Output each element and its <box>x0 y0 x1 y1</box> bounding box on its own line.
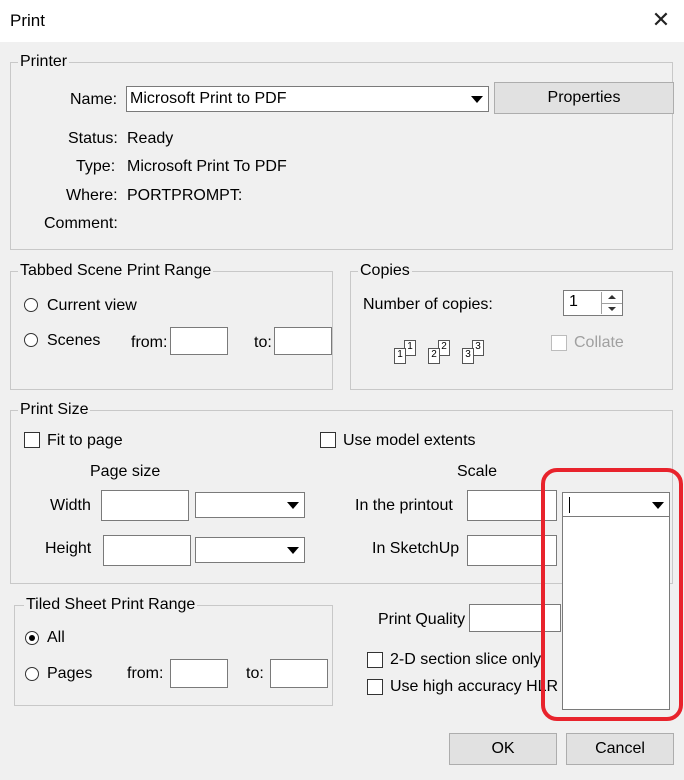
scenes-from-input[interactable] <box>170 327 228 355</box>
scale-heading: Scale <box>457 463 498 480</box>
width-unit-dropdown-button[interactable] <box>283 494 303 516</box>
in-sketchup-label: In SketchUp <box>372 540 460 557</box>
ok-button[interactable]: OK <box>449 733 557 765</box>
current-view-label: Current view <box>47 297 137 314</box>
collate-illustration-icon: 1 1 2 2 3 3 <box>394 338 494 368</box>
properties-button-label: Properties <box>547 89 621 106</box>
copies-spinner[interactable]: 1 <box>563 290 623 316</box>
status-value: Ready <box>127 130 174 147</box>
close-icon[interactable]: ✕ <box>650 8 672 32</box>
chevron-down-icon <box>287 502 299 509</box>
annotation-highlight <box>541 468 683 721</box>
section-slice-label: 2-D section slice only <box>390 651 542 668</box>
scenes-from-label: from: <box>131 334 168 351</box>
where-value: PORTPROMPT: <box>127 187 243 204</box>
all-pages-label: All <box>47 629 65 646</box>
use-model-extents-checkbox[interactable] <box>320 432 336 448</box>
use-model-extents-label: Use model extents <box>343 432 476 449</box>
in-the-printout-label: In the printout <box>355 497 453 514</box>
page-size-heading: Page size <box>90 463 161 480</box>
collate-page-front-3: 3 <box>462 348 474 364</box>
radio-selected-dot <box>29 635 35 641</box>
section-slice-checkbox[interactable] <box>367 652 383 668</box>
collate-page-front-1: 1 <box>394 348 406 364</box>
window-title: Print <box>10 11 45 30</box>
print-quality-label: Print Quality <box>378 611 466 628</box>
printer-name-dropdown-button[interactable] <box>467 88 487 110</box>
collate-page-front-2: 2 <box>428 348 440 364</box>
scenes-to-input[interactable] <box>274 327 332 355</box>
pages-label: Pages <box>47 665 93 682</box>
tiled-sheet-range-group <box>14 605 333 706</box>
height-unit-dropdown-button[interactable] <box>283 539 303 561</box>
printer-name-label: Name: <box>70 91 118 108</box>
scenes-label: Scenes <box>47 332 101 349</box>
height-label: Height <box>45 540 92 557</box>
high-accuracy-hlr-label: Use high accuracy HLR <box>390 678 559 695</box>
cancel-button-label: Cancel <box>595 740 645 757</box>
printer-name-value: Microsoft Print to PDF <box>130 90 287 107</box>
high-accuracy-hlr-checkbox[interactable] <box>367 679 383 695</box>
copies-legend: Copies <box>358 262 412 280</box>
width-label: Width <box>50 497 91 514</box>
chevron-down-icon <box>287 547 299 554</box>
pages-to-input[interactable] <box>270 659 328 688</box>
copies-group <box>350 271 673 390</box>
printer-legend: Printer <box>18 53 70 71</box>
pages-from-input[interactable] <box>170 659 228 688</box>
printer-name-select[interactable]: Microsoft Print to PDF <box>126 86 489 112</box>
type-value: Microsoft Print To PDF <box>127 158 287 175</box>
tabbed-scene-range-legend: Tabbed Scene Print Range <box>18 262 214 280</box>
copies-value: 1 <box>569 293 578 310</box>
caret-up-icon <box>608 295 616 299</box>
fit-to-page-checkbox[interactable] <box>24 432 40 448</box>
where-label: Where: <box>66 187 118 204</box>
cancel-button[interactable]: Cancel <box>566 733 674 765</box>
ok-button-label: OK <box>491 740 515 757</box>
title-bar <box>0 0 684 42</box>
tiled-sheet-range-legend: Tiled Sheet Print Range <box>24 596 198 614</box>
scenes-radio[interactable] <box>24 333 38 347</box>
number-of-copies-label: Number of copies: <box>363 296 493 313</box>
fit-to-page-label: Fit to page <box>47 432 123 449</box>
height-unit-select[interactable] <box>195 537 305 563</box>
collate-label: Collate <box>574 334 624 351</box>
status-label: Status: <box>68 130 118 147</box>
pages-radio[interactable] <box>25 667 39 681</box>
width-input[interactable] <box>101 490 189 521</box>
height-input[interactable] <box>103 535 191 566</box>
chevron-down-icon <box>471 96 483 103</box>
type-label: Type: <box>76 158 116 175</box>
comment-label: Comment: <box>44 215 118 232</box>
scenes-to-label: to: <box>254 334 272 351</box>
copies-spin-down[interactable] <box>601 303 622 314</box>
width-unit-select[interactable] <box>195 492 305 518</box>
properties-button[interactable]: Properties <box>494 82 674 114</box>
pages-to-label: to: <box>246 665 264 682</box>
all-pages-radio[interactable] <box>25 631 39 645</box>
collate-checkbox[interactable] <box>551 335 567 351</box>
caret-down-icon <box>608 307 616 311</box>
current-view-radio[interactable] <box>24 298 38 312</box>
pages-from-label: from: <box>127 665 164 682</box>
print-size-legend: Print Size <box>18 401 91 419</box>
